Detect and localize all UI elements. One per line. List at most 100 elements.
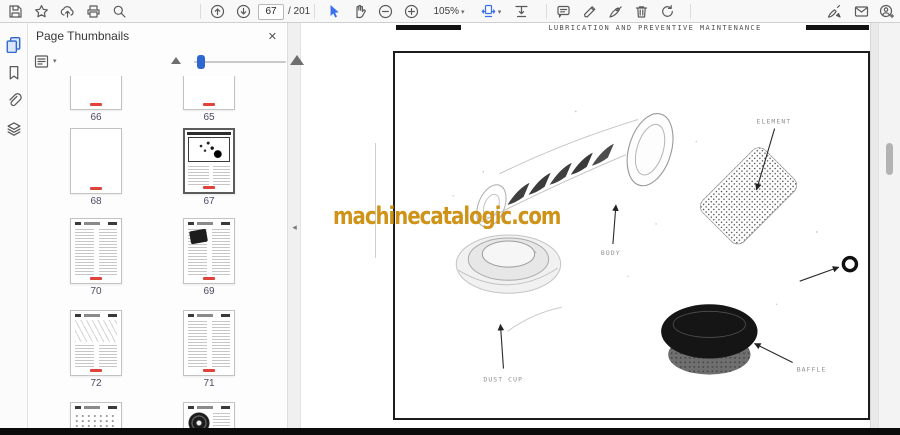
thumbnail-preview xyxy=(184,219,234,283)
search-icon xyxy=(113,5,126,18)
annotation-tools-group xyxy=(552,0,678,23)
page-thumbnail[interactable] xyxy=(183,76,235,110)
arrow-down-circle-icon xyxy=(236,4,250,19)
thumbnail-preview-part xyxy=(188,406,230,409)
zoom-level-value: 105% xyxy=(433,6,460,17)
scrollbar-thumb[interactable] xyxy=(886,143,893,175)
star-icon xyxy=(34,5,48,18)
pencil-icon xyxy=(583,6,595,18)
comment-bubble-icon xyxy=(556,5,570,18)
page-header-black-bar xyxy=(396,25,461,30)
thumbnail-page-number: 65 xyxy=(203,112,215,123)
thumbnail-preview xyxy=(185,130,233,192)
watermark-text: machinecatalogic.com xyxy=(333,202,561,230)
fountain-pen-icon xyxy=(608,6,622,18)
delete-button[interactable] xyxy=(630,1,652,22)
paperclip-icon xyxy=(8,92,22,106)
account-button[interactable] xyxy=(876,1,898,22)
request-signatures-button[interactable] xyxy=(824,1,846,22)
thumbnail-preview-part xyxy=(75,229,117,276)
vertical-scrollbar[interactable] xyxy=(878,23,900,428)
bottom-window-bar xyxy=(0,428,900,435)
toolbar-divider xyxy=(314,4,315,19)
page-thumbnail[interactable] xyxy=(183,218,235,284)
thumbnail-preview-part xyxy=(188,321,230,368)
thumbnail-preview xyxy=(71,311,121,375)
chevron-down-icon: ▾ xyxy=(53,58,57,65)
user-account-icon xyxy=(879,4,895,19)
zoom-in-button[interactable] xyxy=(400,1,422,22)
zoom-level-dropdown[interactable]: 105% ▾ xyxy=(426,1,472,22)
page-thumbnail[interactable] xyxy=(70,218,122,284)
refresh-icon xyxy=(661,5,673,17)
thumbnail-preview-part xyxy=(188,222,230,225)
fill-and-sign-button[interactable] xyxy=(604,1,626,22)
page-nav-group: / 201 xyxy=(206,0,310,23)
page-thumbnail[interactable] xyxy=(70,402,122,428)
dust-cup-illustration xyxy=(455,234,562,332)
thumbnail-preview xyxy=(184,403,234,428)
comment-button[interactable] xyxy=(552,1,574,22)
close-panel-button[interactable]: ✕ xyxy=(268,30,277,43)
page-thumbnail[interactable] xyxy=(70,76,122,110)
thumbnail-page-number: 70 xyxy=(90,286,102,297)
refresh-button[interactable] xyxy=(656,1,678,22)
page-thumbnails-icon xyxy=(6,37,21,53)
thumbnail-preview-part xyxy=(75,320,117,342)
top-toolbar: / 201 105% ▾ ▾ xyxy=(0,0,900,23)
dust-cup-label: DUST CUP xyxy=(483,376,523,384)
page-thumbnail[interactable] xyxy=(183,402,235,428)
page-thumbnail[interactable] xyxy=(183,310,235,376)
gasket-ring-illustration xyxy=(841,255,859,273)
thumbnails-panel: Page Thumbnails ✕ ▾ 66 65 68 67 70 69 72… xyxy=(28,23,304,428)
sidebar-item-attachments[interactable] xyxy=(3,91,25,110)
fit-width-button[interactable] xyxy=(510,1,532,22)
page-scrolling-mode-button[interactable]: ▾ xyxy=(476,1,506,22)
page-thumbnail[interactable] xyxy=(70,310,122,376)
thumbnail-preview xyxy=(71,219,121,283)
fit-width-icon xyxy=(514,5,528,18)
element-label: ELEMENT xyxy=(757,118,792,126)
page-thumbnail-selected[interactable] xyxy=(183,128,235,194)
thumbnail-size-large-icon[interactable] xyxy=(290,55,304,65)
arrow-up-circle-icon xyxy=(210,4,224,19)
find-button[interactable] xyxy=(108,1,130,22)
thumbnail-preview xyxy=(71,403,121,428)
thumbnail-options-button[interactable]: ▾ xyxy=(34,52,60,70)
page-thumbnail[interactable] xyxy=(70,128,122,194)
bookmark-icon xyxy=(9,65,18,80)
page-number-input[interactable] xyxy=(258,3,284,20)
save-button[interactable] xyxy=(4,1,26,22)
thumbnail-size-slider[interactable] xyxy=(194,55,286,69)
zoom-out-button[interactable] xyxy=(374,1,396,22)
hand-icon xyxy=(355,4,366,19)
previous-page-button[interactable] xyxy=(206,1,228,22)
thumbnail-page-number: 66 xyxy=(90,112,102,123)
thumbnail-preview-part xyxy=(75,413,117,428)
sidebar-item-layers[interactable] xyxy=(3,119,25,138)
select-tool-button[interactable] xyxy=(322,1,344,22)
star-button[interactable] xyxy=(30,1,52,22)
air-cleaner-diagram: ELEMENT BODY DUST CUP BAFFLE xyxy=(452,110,859,384)
thumbnail-page-number: 67 xyxy=(203,196,215,207)
toolbar-divider xyxy=(546,4,547,19)
sidebar-item-bookmarks[interactable] xyxy=(3,63,25,82)
thumbnail-preview xyxy=(184,76,234,109)
highlight-button[interactable] xyxy=(578,1,600,22)
body-label: BODY xyxy=(601,249,621,257)
share-file-button[interactable] xyxy=(56,1,78,22)
hand-tool-button[interactable] xyxy=(348,1,370,22)
baffle-label: BAFFLE xyxy=(797,366,827,374)
scrolling-pages-icon xyxy=(481,4,496,18)
thumbnail-size-small-icon[interactable] xyxy=(171,57,181,64)
cursor-icon xyxy=(330,5,339,18)
sidebar-item-page-thumbnails[interactable] xyxy=(3,35,25,54)
send-mail-button[interactable] xyxy=(850,1,872,22)
thumbnail-preview xyxy=(71,129,121,193)
next-page-button[interactable] xyxy=(232,1,254,22)
print-button[interactable] xyxy=(82,1,104,22)
thumbnail-page-number: 71 xyxy=(203,378,215,389)
thumbnail-preview-part xyxy=(75,314,117,317)
collapse-panel-button[interactable]: ◂ xyxy=(288,219,301,235)
thumbnail-size-slider-thumb[interactable] xyxy=(197,55,205,69)
